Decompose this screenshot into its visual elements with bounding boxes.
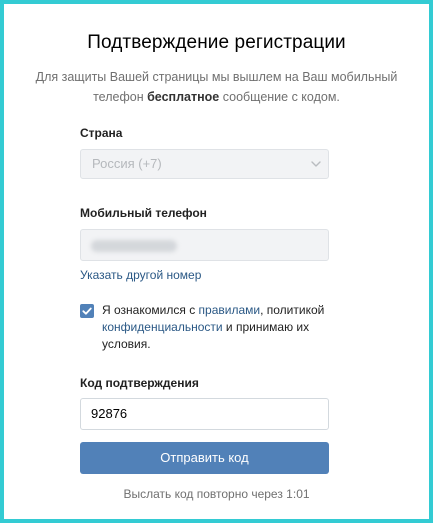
phone-field[interactable] — [80, 229, 329, 261]
country-select[interactable]: Россия (+7) — [80, 149, 329, 179]
agreement-text-part: , политикой — [260, 303, 325, 317]
blurred-phone-number — [91, 240, 177, 252]
phone-label: Мобильный телефон — [80, 206, 207, 220]
page-title: Подтверждение регистрации — [87, 32, 346, 53]
agreement-text-part: Я ознакомился с — [102, 303, 199, 317]
subtitle-bold-word: бесплатное — [147, 90, 220, 104]
chevron-down-icon — [311, 161, 321, 167]
subtitle-text-end: сообщение с кодом. — [219, 90, 340, 104]
code-label: Код подтверждения — [80, 376, 199, 390]
agreement-text: Я ознакомился с правилами, политикой кон… — [102, 302, 342, 353]
resend-countdown-text: Выслать код повторно через 1:01 — [123, 487, 310, 501]
checkmark-icon — [82, 307, 92, 315]
country-select-value: Россия (+7) — [92, 156, 162, 171]
screenshot-frame: Подтверждение регистрации Для защиты Ваш… — [0, 0, 433, 523]
country-label: Страна — [80, 126, 123, 140]
send-code-button[interactable]: Отправить код — [80, 442, 329, 474]
change-number-link[interactable]: Указать другой номер — [80, 268, 201, 282]
rules-link[interactable]: правилами — [199, 303, 261, 317]
privacy-policy-link[interactable]: конфиденциальности — [102, 320, 223, 334]
confirmation-code-input[interactable]: 92876 — [80, 398, 329, 430]
page-subtitle: Для защиты Вашей страницы мы вышлем на В… — [14, 67, 419, 107]
registration-confirmation-panel: Подтверждение регистрации Для защиты Ваш… — [4, 4, 429, 519]
agreement-checkbox[interactable] — [80, 304, 94, 318]
